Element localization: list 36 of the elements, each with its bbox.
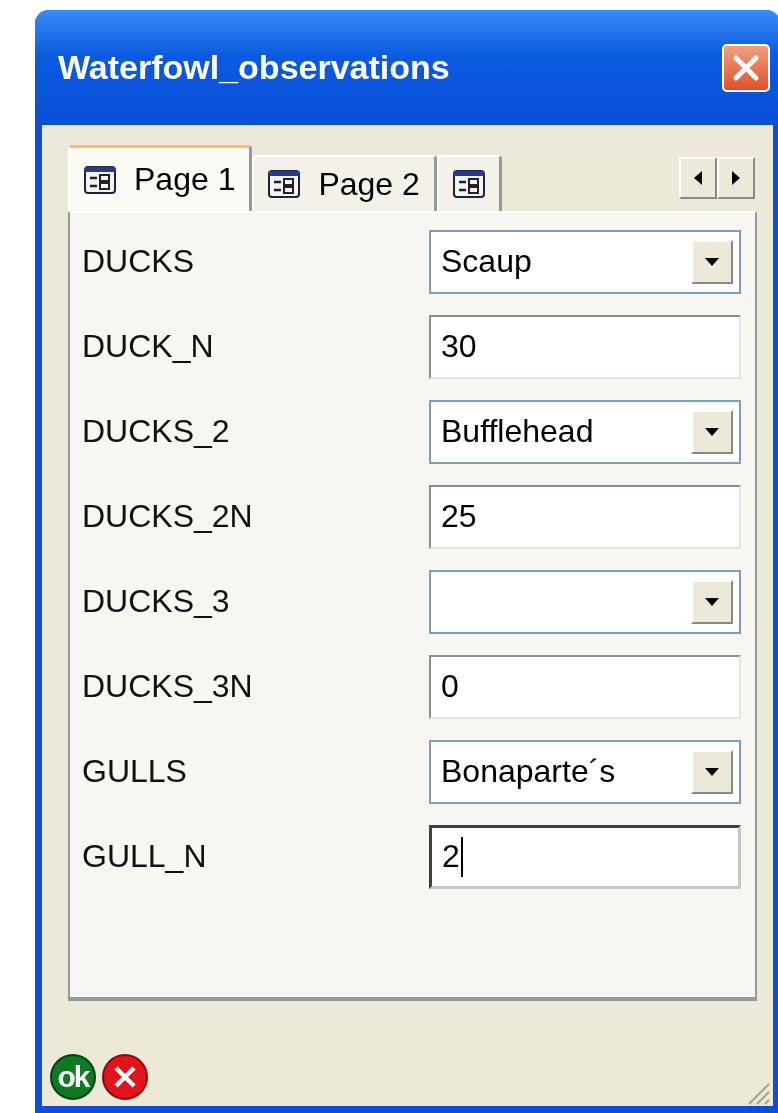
ok-button[interactable]: ok [50,1054,96,1100]
form-icon [84,165,116,194]
right-arrow-icon [730,170,742,186]
cancel-button[interactable] [102,1054,148,1100]
scroll-right-button[interactable] [717,157,755,199]
dropdown-field[interactable]: Bufflehead [429,399,741,464]
dropdown-arrow-icon [704,766,720,777]
field-label: DUCK_N [82,328,214,365]
dropdown-arrow-icon [704,596,720,607]
dropdown-field[interactable] [429,569,741,634]
dropdown-field[interactable]: Scaup [429,229,741,294]
field-label: GULL_N [82,838,207,875]
input-field[interactable]: 0 [429,654,741,719]
field-label: DUCKS_2 [82,413,230,450]
input-field[interactable]: 25 [429,484,741,549]
field-label: DUCKS_3 [82,583,230,620]
field-label: DUCKS [82,243,194,280]
dropdown-arrow-icon [704,256,720,267]
close-icon [731,52,761,83]
scroll-left-button[interactable] [679,157,717,199]
close-button[interactable] [722,43,770,92]
field-label: DUCKS_3N [82,668,253,705]
input-field[interactable]: 2 [429,824,741,889]
close-icon [112,1064,138,1090]
dropdown-field[interactable]: Bonaparte´s [429,739,741,804]
tab[interactable]: Page 2 [252,155,437,211]
tab[interactable] [436,155,502,211]
window-title: Waterfowl_observations [58,48,450,87]
tab[interactable]: Page 1 [68,145,253,211]
left-arrow-icon [692,170,704,186]
field-label: DUCKS_2N [82,498,253,535]
form-icon [268,170,301,198]
input-field[interactable]: 30 [429,314,741,379]
field-label: GULLS [82,753,187,790]
form-icon [452,170,485,198]
dropdown-arrow-icon [704,426,720,437]
